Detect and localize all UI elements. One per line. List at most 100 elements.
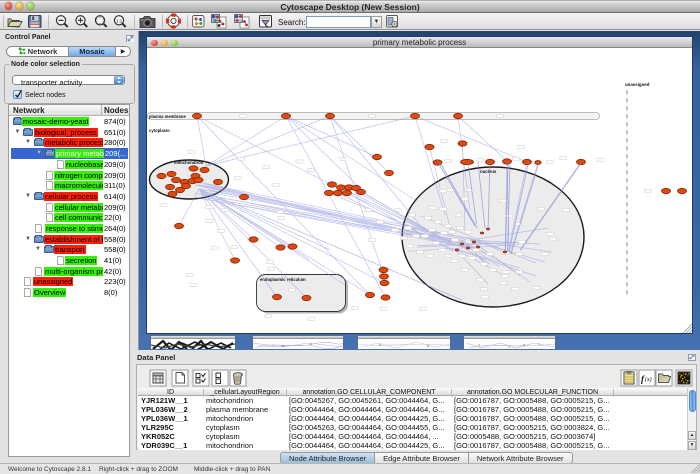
svg-text:nucleus: nucleus bbox=[480, 169, 497, 174]
svg-text:mitochondrion: mitochondrion bbox=[174, 160, 204, 165]
svg-text:···: ··· bbox=[405, 228, 407, 230]
svg-text:···: ··· bbox=[516, 272, 518, 274]
svg-text:···: ··· bbox=[231, 247, 233, 249]
svg-text:···: ··· bbox=[518, 147, 520, 149]
svg-text:···: ··· bbox=[308, 170, 310, 172]
svg-text:···: ··· bbox=[422, 236, 424, 238]
svg-text:···: ··· bbox=[222, 210, 224, 212]
svg-text:···: ··· bbox=[435, 222, 437, 224]
svg-text:···: ··· bbox=[516, 254, 518, 256]
svg-text:···: ··· bbox=[377, 222, 379, 224]
svg-text:···: ··· bbox=[369, 116, 371, 118]
svg-text:···: ··· bbox=[218, 231, 220, 233]
svg-text:···: ··· bbox=[278, 218, 280, 220]
svg-text:···: ··· bbox=[440, 191, 442, 193]
svg-text:···: ··· bbox=[500, 283, 502, 285]
svg-text:plasma membrane: plasma membrane bbox=[149, 114, 186, 119]
svg-text:···: ··· bbox=[462, 270, 464, 272]
svg-text:···: ··· bbox=[465, 232, 467, 234]
svg-text:···: ··· bbox=[413, 236, 415, 238]
svg-text:···: ··· bbox=[420, 309, 422, 311]
svg-text:···: ··· bbox=[365, 210, 367, 212]
svg-text:···: ··· bbox=[433, 243, 435, 245]
svg-text:···: ··· bbox=[267, 262, 269, 264]
svg-text:···: ··· bbox=[542, 254, 544, 256]
svg-text:···: ··· bbox=[308, 319, 310, 321]
svg-text:···: ··· bbox=[519, 242, 521, 244]
svg-text:···: ··· bbox=[469, 258, 471, 260]
svg-text:···: ··· bbox=[417, 252, 419, 254]
svg-text:1:1: 1:1 bbox=[116, 19, 123, 24]
svg-text:···: ··· bbox=[392, 230, 394, 232]
svg-text:···: ··· bbox=[477, 280, 479, 282]
svg-text:(x): (x) bbox=[645, 376, 652, 383]
svg-text:···: ··· bbox=[401, 238, 403, 240]
svg-text:···: ··· bbox=[409, 215, 411, 217]
svg-text:···: ··· bbox=[452, 240, 454, 242]
svg-text:···: ··· bbox=[445, 226, 447, 228]
svg-text:···: ··· bbox=[447, 190, 449, 192]
svg-text:···: ··· bbox=[265, 316, 267, 318]
svg-text:···: ··· bbox=[425, 218, 427, 220]
svg-text:···: ··· bbox=[429, 208, 431, 210]
svg-text:···: ··· bbox=[503, 272, 505, 274]
svg-text:···: ··· bbox=[445, 161, 447, 163]
svg-text:···: ··· bbox=[268, 269, 270, 271]
svg-text:···: ··· bbox=[189, 152, 191, 154]
svg-text:···: ··· bbox=[481, 289, 483, 291]
svg-text:···: ··· bbox=[500, 201, 502, 203]
svg-text:···: ··· bbox=[477, 160, 479, 162]
svg-text:···: ··· bbox=[482, 297, 484, 299]
svg-text:···: ··· bbox=[297, 161, 299, 163]
svg-text:···: ··· bbox=[462, 199, 464, 201]
svg-text:···: ··· bbox=[206, 221, 208, 223]
svg-text:···: ··· bbox=[533, 288, 535, 290]
svg-text:···: ··· bbox=[597, 160, 599, 162]
svg-text:···: ··· bbox=[238, 159, 240, 161]
svg-text:···: ··· bbox=[235, 178, 237, 180]
svg-text:···: ··· bbox=[455, 215, 457, 217]
svg-text:···: ··· bbox=[427, 256, 429, 258]
svg-text:···: ··· bbox=[273, 185, 275, 187]
svg-text:···: ··· bbox=[289, 290, 291, 292]
svg-text:unassigned: unassigned bbox=[625, 82, 650, 87]
svg-text:···: ··· bbox=[240, 116, 242, 118]
svg-text:···: ··· bbox=[212, 248, 214, 250]
svg-text:···: ··· bbox=[497, 116, 499, 118]
svg-text:···: ··· bbox=[395, 210, 397, 212]
svg-text:···: ··· bbox=[490, 270, 492, 272]
svg-text:···: ··· bbox=[538, 209, 540, 211]
svg-text:···: ··· bbox=[441, 233, 443, 235]
svg-text:···: ··· bbox=[512, 289, 514, 291]
svg-text:···: ··· bbox=[263, 167, 265, 169]
svg-text:···: ··· bbox=[441, 141, 443, 143]
svg-text:···: ··· bbox=[550, 239, 552, 241]
svg-text:···: ··· bbox=[473, 250, 475, 252]
svg-text:···: ··· bbox=[187, 275, 189, 277]
svg-text:···: ··· bbox=[277, 212, 279, 214]
svg-text:···: ··· bbox=[451, 261, 453, 263]
svg-text:···: ··· bbox=[449, 232, 451, 234]
svg-text:···: ··· bbox=[352, 308, 354, 310]
svg-text:cytoplasm: cytoplasm bbox=[149, 128, 170, 133]
svg-text:···: ··· bbox=[481, 264, 483, 266]
svg-text:···: ··· bbox=[340, 159, 342, 161]
svg-text:···: ··· bbox=[502, 276, 504, 278]
svg-text:···: ··· bbox=[563, 210, 565, 212]
svg-text:···: ··· bbox=[547, 234, 549, 236]
svg-text:···: ··· bbox=[369, 240, 371, 242]
svg-text:···: ··· bbox=[445, 256, 447, 258]
svg-text:···: ··· bbox=[645, 191, 647, 193]
svg-text:···: ··· bbox=[191, 285, 193, 287]
svg-text:···: ··· bbox=[407, 246, 409, 248]
svg-text:···: ··· bbox=[429, 230, 431, 232]
svg-text:···: ··· bbox=[560, 158, 562, 160]
svg-text:···: ··· bbox=[161, 205, 163, 207]
svg-text:···: ··· bbox=[459, 256, 461, 258]
svg-text:···: ··· bbox=[439, 250, 441, 252]
svg-text:···: ··· bbox=[547, 162, 549, 164]
svg-text:···: ··· bbox=[206, 207, 208, 209]
svg-text:···: ··· bbox=[487, 254, 489, 256]
svg-text:···: ··· bbox=[457, 228, 459, 230]
svg-text:···: ··· bbox=[440, 209, 442, 211]
